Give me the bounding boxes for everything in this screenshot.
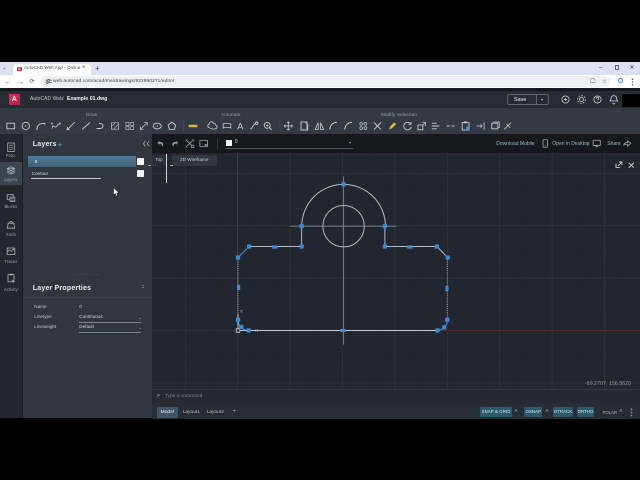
svg-text:A: A xyxy=(237,121,244,132)
svg-text:Y: Y xyxy=(240,308,244,314)
